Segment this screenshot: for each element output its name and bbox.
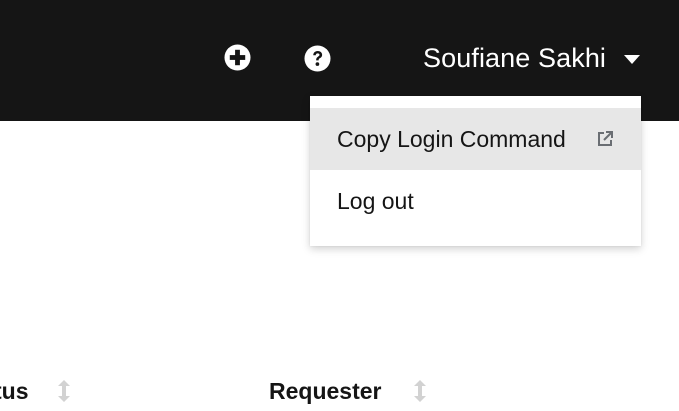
log-out-item[interactable]: Log out: [310, 170, 641, 232]
menu-item-label: Log out: [337, 187, 414, 214]
user-name: Soufiane Sakhi: [423, 42, 607, 73]
external-link-icon: [598, 131, 613, 146]
sort-icon: [414, 380, 427, 402]
column-header-requester[interactable]: Requester: [269, 376, 427, 406]
menu-item-label: Copy Login Command: [337, 125, 566, 152]
caret-down-icon: [624, 55, 641, 64]
sort-icon: [57, 380, 70, 402]
copy-login-command-item[interactable]: Copy Login Command: [310, 108, 641, 170]
user-menu-toggle[interactable]: Soufiane Sakhi: [412, 36, 641, 80]
user-dropdown-menu: Copy Login Command Log out: [310, 96, 641, 246]
question-circle-icon: [303, 44, 331, 72]
help-button[interactable]: [299, 40, 335, 76]
add-button[interactable]: [219, 39, 255, 75]
column-header-label: Requester: [269, 377, 382, 404]
column-header-label: tus: [0, 377, 29, 404]
column-header-status[interactable]: tus: [0, 376, 71, 406]
plus-circle-icon: [223, 43, 251, 71]
